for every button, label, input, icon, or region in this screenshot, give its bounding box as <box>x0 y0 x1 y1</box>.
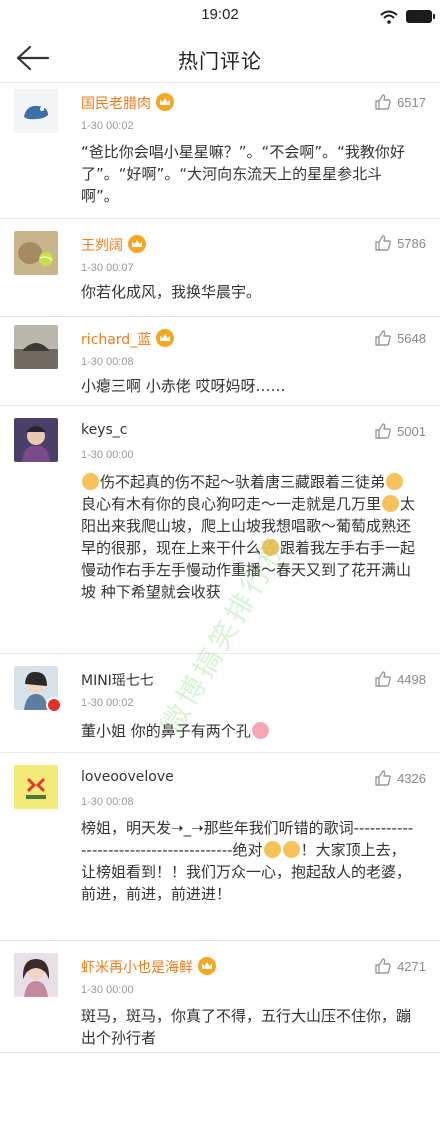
cat-emoji-icon <box>263 841 281 858</box>
comment-text: “爸比你会唱小星星嘛？”。“不会啊”。“我教你好了”。“好啊”。“大河向东流天上… <box>81 143 405 205</box>
page-title: 热门评论 <box>178 49 262 73</box>
username-text: 虾米再小也是海鲜 <box>81 960 193 976</box>
avatar[interactable] <box>14 418 58 462</box>
avatar[interactable] <box>14 231 58 275</box>
comment-time: 1-30 00:02 <box>81 120 134 132</box>
comment-username[interactable]: 王刿阔 <box>81 235 146 255</box>
like-count: 6517 <box>397 94 426 110</box>
comment-text: 斑马，斑马，你真了不得，五行大山压不住你，蹦出个孙行者 <box>81 1007 412 1047</box>
like-button[interactable]: 4271 <box>374 957 426 975</box>
avatar[interactable] <box>14 765 58 809</box>
like-count: 5786 <box>397 235 426 251</box>
comment-item: MINI瑶七七 1-30 00:02 4498 董小姐 你的鼻子有两个孔 <box>0 654 440 753</box>
avatar[interactable] <box>14 325 58 369</box>
cat-emoji-icon <box>262 539 280 556</box>
thumbs-up-icon <box>375 330 391 346</box>
comment-time: 1-30 00:00 <box>81 449 134 461</box>
verified-badge-icon <box>46 697 62 713</box>
cat-emoji-icon <box>386 473 404 490</box>
comment-time: 1-30 00:08 <box>81 796 134 808</box>
username-text: richard_蓝 <box>81 332 152 348</box>
like-button[interactable]: 6517 <box>374 93 426 111</box>
crown-badge-icon <box>128 235 146 253</box>
comment-text: 伤不起真的伤不起～驮着唐三藏跟着三徒弟良心有木有你的良心狗叼走～一走就是几万里太… <box>81 471 418 603</box>
thumbs-up-icon <box>375 671 391 687</box>
like-button[interactable]: 4498 <box>374 670 426 688</box>
comment-item: richard_蓝 1-30 00:08 5648 小瘪三啊 小赤佬 哎呀妈呀…… <box>0 317 440 406</box>
status-time: 19:02 <box>201 6 239 23</box>
comment-item: keys_c 1-30 00:00 5001 伤不起真的伤不起～驮着唐三藏跟着三… <box>0 406 440 654</box>
comment-time: 1-30 00:08 <box>81 356 134 368</box>
thumbs-up-icon <box>375 94 391 110</box>
cat-emoji-icon <box>82 473 99 490</box>
comment-username[interactable]: loveoovelove <box>81 769 174 785</box>
comment-text: 董小姐 你的鼻子有两个孔 <box>81 720 418 742</box>
like-count: 4271 <box>397 958 426 974</box>
text-segment: 董小姐 你的鼻子有两个孔 <box>81 722 251 740</box>
text-segment: 良心有木有你的良心狗叼走～一走就是几万里 <box>81 495 382 513</box>
username-text: MINI瑶七七 <box>81 673 154 689</box>
comment-item: loveoovelove 1-30 00:08 4326 榜姐，明天发➝_➝那些… <box>0 753 440 941</box>
avatar[interactable] <box>14 953 58 997</box>
like-button[interactable]: 5786 <box>374 234 426 252</box>
comment-list: 国民老腊肉 1-30 00:02 6517 “爸比你会唱小星星嘛？”。“不会啊”… <box>0 83 440 1053</box>
comment-text: 你若化成风，我换华晨宇。 <box>81 283 262 301</box>
comment-time: 1-30 00:00 <box>81 984 134 996</box>
thumbs-up-icon <box>375 770 391 786</box>
like-button[interactable]: 5001 <box>374 422 426 440</box>
username-text: loveoovelove <box>81 769 174 785</box>
comment-username[interactable]: keys_c <box>81 422 128 438</box>
like-count: 4498 <box>397 671 426 687</box>
cat-emoji-icon <box>282 841 300 858</box>
like-count: 5001 <box>397 423 426 439</box>
crown-badge-icon <box>198 957 216 975</box>
thumbs-up-icon <box>375 235 391 251</box>
like-count: 4326 <box>397 770 426 786</box>
comment-text: 榜姐，明天发➝_➝那些年我们听错的歌词---------------------… <box>81 817 418 905</box>
thumbs-up-icon <box>375 423 391 439</box>
crown-badge-icon <box>156 93 174 111</box>
comment-time: 1-30 00:02 <box>81 697 134 709</box>
comment-username[interactable]: 国民老腊肉 <box>81 93 174 113</box>
cat-emoji-icon <box>382 495 400 512</box>
comment-item: 国民老腊肉 1-30 00:02 6517 “爸比你会唱小星星嘛？”。“不会啊”… <box>0 83 440 219</box>
pig-emoji-icon <box>251 722 269 739</box>
comment-username[interactable]: richard_蓝 <box>81 329 175 349</box>
text-segment: 伤不起真的伤不起～驮着唐三藏跟着三徒弟 <box>100 473 386 491</box>
header: 热门评论 <box>0 34 440 83</box>
status-bar: 19:02 <box>0 0 440 34</box>
comment-username[interactable]: MINI瑶七七 <box>81 670 154 690</box>
battery-icon <box>406 10 435 23</box>
comment-text: 小瘪三啊 小赤佬 哎呀妈呀…… <box>81 377 286 395</box>
comment-username[interactable]: 虾米再小也是海鲜 <box>81 957 216 977</box>
wifi-icon <box>380 9 398 28</box>
username-text: 王刿阔 <box>81 238 123 254</box>
thumbs-up-icon <box>375 958 391 974</box>
crown-badge-icon <box>156 329 175 347</box>
avatar[interactable] <box>14 89 58 133</box>
like-button[interactable]: 5648 <box>374 329 426 347</box>
comment-item: 虾米再小也是海鲜 1-30 00:00 4271 斑马，斑马，你真了不得，五行大… <box>0 941 440 1053</box>
like-button[interactable]: 4326 <box>374 769 426 787</box>
comment-item: 王刿阔 1-30 00:07 5786 你若化成风，我换华晨宇。 <box>0 219 440 317</box>
username-text: keys_c <box>81 422 128 438</box>
username-text: 国民老腊肉 <box>81 96 151 112</box>
like-count: 5648 <box>397 330 426 346</box>
comment-time: 1-30 00:07 <box>81 262 134 274</box>
